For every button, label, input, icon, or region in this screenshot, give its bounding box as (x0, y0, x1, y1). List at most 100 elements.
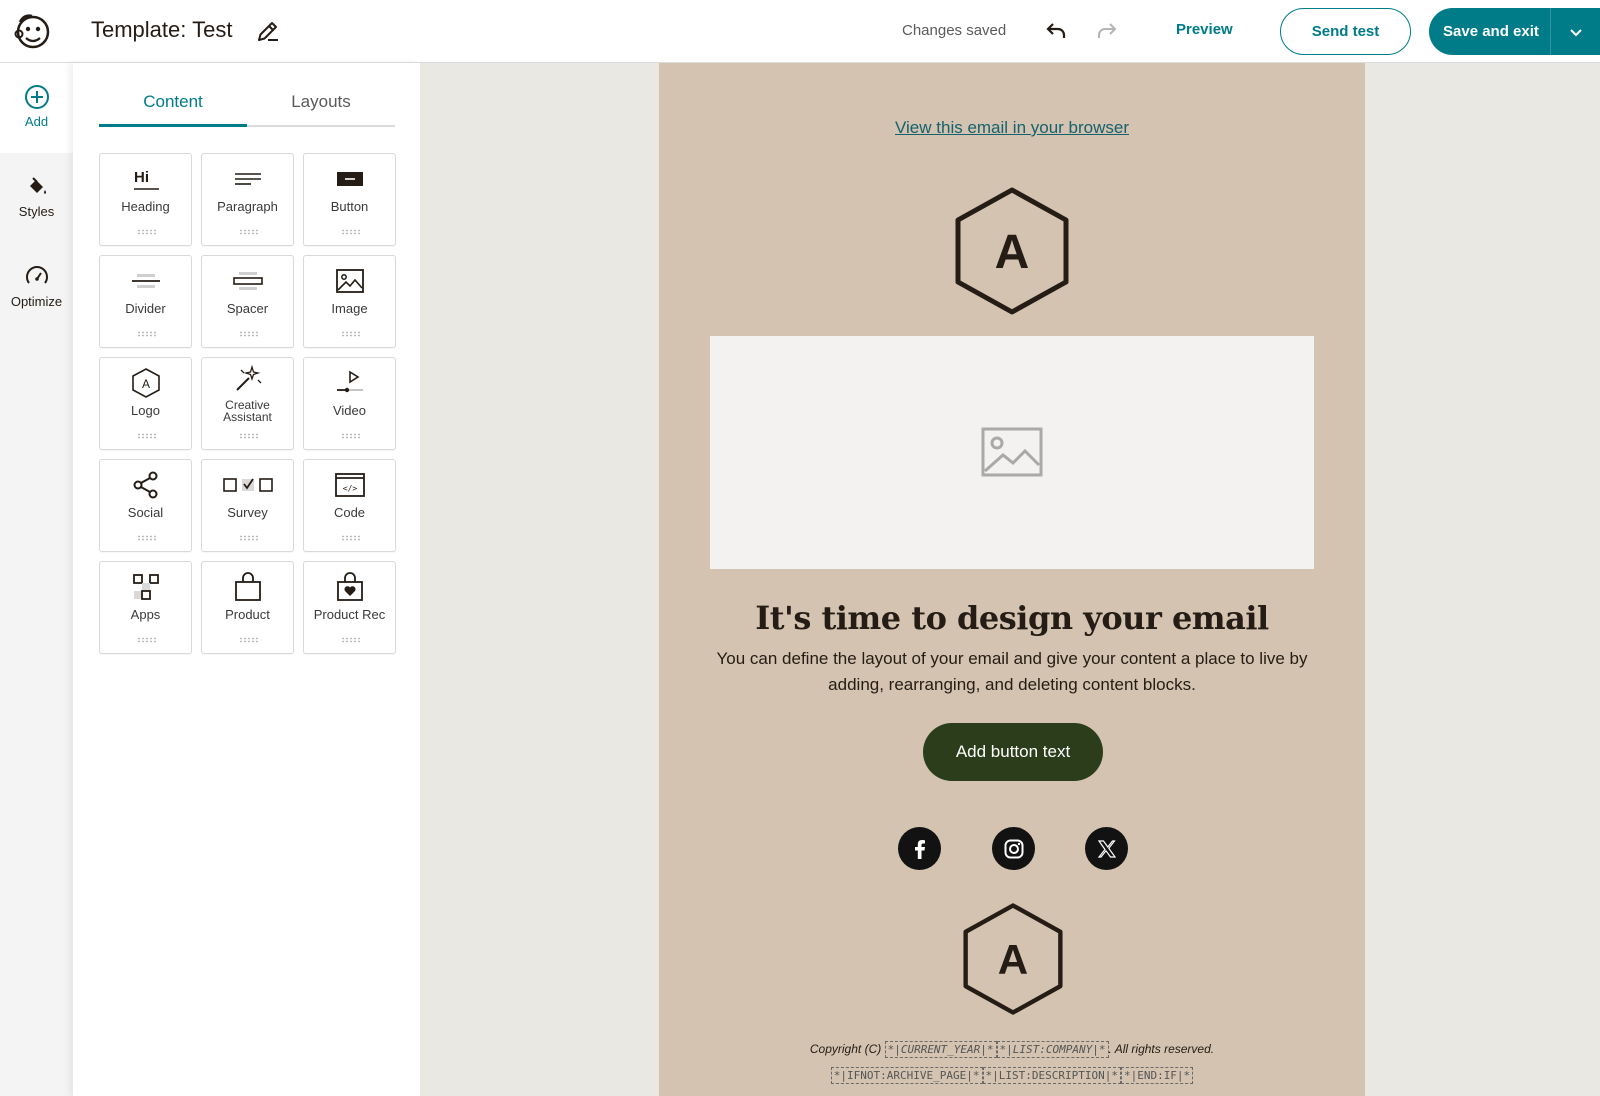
block-social[interactable]: Social (99, 459, 192, 552)
view-in-browser-link[interactable]: View this email in your browser (659, 118, 1365, 138)
block-label: Spacer (226, 301, 269, 316)
spacer-icon (233, 272, 263, 290)
drag-grip-icon (137, 637, 157, 643)
rail-styles[interactable]: Styles (0, 174, 73, 219)
save-and-exit-button[interactable]: Save and exit (1429, 8, 1550, 55)
merge-tag-archive: *|IFNOT:ARCHIVE_PAGE|* (830, 1067, 983, 1084)
block-image[interactable]: Image (303, 255, 396, 348)
copyright-suffix: . All rights reserved. (1108, 1042, 1215, 1056)
image-placeholder-block[interactable] (710, 336, 1314, 569)
rail-optimize[interactable]: Optimize (0, 264, 73, 309)
block-code[interactable]: </> Code (303, 459, 396, 552)
bag-icon (235, 572, 261, 601)
svg-text:Hi: Hi (134, 169, 149, 186)
block-paragraph[interactable]: Paragraph (201, 153, 294, 246)
facebook-link[interactable] (898, 827, 941, 870)
block-label: Creative Assistant (202, 399, 293, 423)
copyright-line[interactable]: Copyright (C) *|CURRENT_YEAR|* *|LIST:COM… (659, 1041, 1365, 1058)
apps-icon (133, 574, 159, 600)
svg-text:A: A (142, 377, 150, 391)
logo-letter: A (998, 936, 1028, 983)
plus-circle-icon (24, 85, 49, 109)
block-apps[interactable]: Apps (99, 561, 192, 654)
block-heading[interactable]: Hi Heading (99, 153, 192, 246)
copyright-prefix: Copyright (C) (809, 1042, 882, 1056)
edit-pencil-icon[interactable] (256, 19, 280, 43)
block-label: Product Rec (313, 607, 386, 622)
block-label: Button (330, 199, 369, 214)
drag-grip-icon (341, 535, 361, 541)
block-label: Image (331, 301, 368, 316)
drag-grip-icon (137, 535, 157, 541)
email-headline[interactable]: It's time to design your email (659, 599, 1365, 637)
block-label: Logo (131, 403, 160, 418)
logo-icon: A (132, 368, 160, 398)
drag-grip-icon (137, 331, 157, 337)
preview-link[interactable]: Preview (1176, 21, 1233, 38)
block-button[interactable]: Button (303, 153, 396, 246)
rail-add[interactable]: Add (0, 84, 73, 129)
paint-bucket-icon (29, 177, 46, 194)
undo-icon[interactable] (1044, 19, 1068, 43)
block-divider[interactable]: Divider (99, 255, 192, 348)
divider-icon (132, 274, 160, 288)
merge-tag-description: *|LIST:DESCRIPTION|* (982, 1067, 1121, 1084)
svg-text:</>: </> (343, 484, 358, 493)
image-placeholder-icon (981, 427, 1043, 477)
block-label: Product (225, 607, 270, 622)
merge-tag-endif: *|END:IF|* (1120, 1067, 1194, 1084)
email-logo-bottom[interactable]: A (961, 902, 1065, 1016)
tab-layouts[interactable]: Layouts (247, 87, 395, 125)
email-body-text[interactable]: You can define the layout of your email … (709, 646, 1315, 698)
email-cta-button[interactable]: Add button text (923, 723, 1103, 781)
redo-icon[interactable] (1095, 19, 1119, 43)
drag-grip-icon (341, 331, 361, 337)
top-bar: Template: Test Changes saved Preview Sen… (0, 0, 1600, 63)
block-product[interactable]: Product (201, 561, 294, 654)
block-label: Video (332, 403, 366, 418)
block-label: Divider (125, 301, 166, 316)
block-label: Social (127, 505, 164, 520)
drag-grip-icon (137, 229, 157, 235)
image-icon (336, 269, 364, 293)
block-product-rec[interactable]: Product Rec (303, 561, 396, 654)
magic-wand-icon (236, 364, 262, 391)
block-survey[interactable]: Survey (201, 459, 294, 552)
block-creative-assistant[interactable]: Creative Assistant (201, 357, 294, 450)
block-logo[interactable]: A Logo (99, 357, 192, 450)
drag-grip-icon (239, 331, 259, 337)
heart-bag-icon (337, 572, 363, 601)
save-options-dropdown[interactable] (1550, 8, 1600, 55)
video-icon (337, 370, 363, 393)
x-icon (1097, 839, 1116, 858)
paragraph-icon (235, 173, 261, 185)
x-link[interactable] (1085, 827, 1128, 870)
block-video[interactable]: Video (303, 357, 396, 450)
drag-grip-icon (239, 535, 259, 541)
block-label: Heading (121, 199, 170, 214)
drag-grip-icon (239, 433, 259, 439)
email-logo-top[interactable]: A (953, 186, 1071, 316)
footer-merge-line[interactable]: *|IFNOT:ARCHIVE_PAGE|* *|LIST:DESCRIPTION… (659, 1067, 1365, 1084)
content-blocks-grid: Hi Heading Paragraph Button Divider Spac… (99, 153, 397, 654)
email-preview: View this email in your browser A It's t… (659, 63, 1365, 1096)
drag-grip-icon (341, 637, 361, 643)
block-spacer[interactable]: Spacer (201, 255, 294, 348)
gauge-icon (25, 266, 48, 284)
rail-styles-label: Styles (18, 204, 55, 219)
drag-grip-icon (137, 433, 157, 439)
block-label: Survey (227, 505, 268, 520)
drag-grip-icon (239, 637, 259, 643)
block-label: Code (333, 505, 366, 520)
tab-content[interactable]: Content (99, 87, 247, 127)
instagram-link[interactable] (992, 827, 1035, 870)
send-test-button[interactable]: Send test (1280, 8, 1411, 55)
content-panel: Content Layouts Hi Heading Paragraph But… (73, 63, 420, 1096)
merge-tag-company: *|LIST:COMPANY|* (996, 1041, 1109, 1058)
drag-grip-icon (341, 229, 361, 235)
chevron-down-icon (1569, 28, 1582, 36)
block-label: Apps (130, 607, 161, 622)
mailchimp-logo-icon[interactable] (12, 10, 54, 52)
survey-icon (223, 478, 273, 492)
drag-grip-icon (239, 229, 259, 235)
